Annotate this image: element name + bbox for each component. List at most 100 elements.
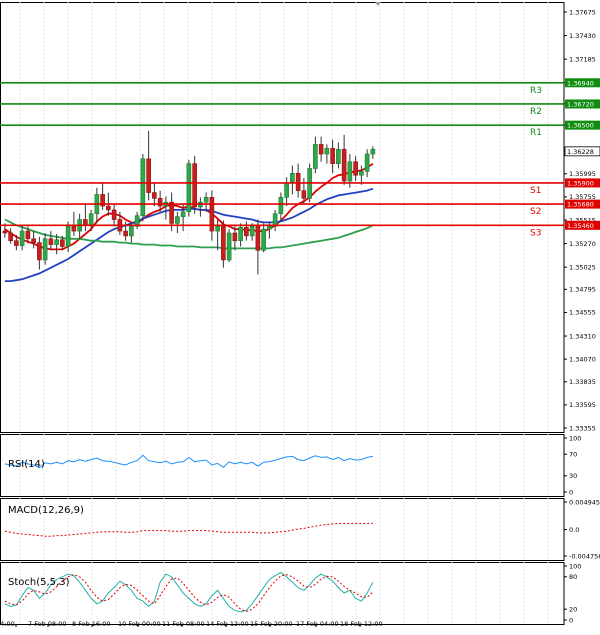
candle-bearish	[71, 225, 77, 232]
chart-canvas: 1.37675 1.37430 1.37185 1.36940 1.36720 1.365…	[0, 2, 600, 628]
price-tick-label: 1.33595	[569, 401, 596, 409]
candle-bullish	[129, 225, 134, 237]
level-price-label-s3: 1.35460	[567, 222, 594, 230]
candle-bearish	[146, 158, 151, 193]
price-tick-label: 1.34310	[569, 332, 596, 340]
level-name-r1: R1	[530, 128, 542, 138]
time-axis-label: 17 Feb 04:00	[296, 620, 339, 628]
stoch-tick-label: 0	[569, 616, 573, 624]
level-name-r2: R2	[530, 107, 542, 117]
candle-bullish	[65, 225, 71, 247]
rsi-tick-label: 30	[569, 472, 577, 480]
level-name-s1: S1	[530, 186, 541, 196]
candle-bearish	[60, 239, 65, 247]
time-axis-label: 10 Feb 00:00	[118, 620, 161, 628]
candle-bullish	[370, 148, 376, 155]
candle-bullish	[19, 230, 25, 246]
level-price-label-s1: 1.35900	[567, 179, 594, 187]
candle-bullish	[226, 232, 232, 261]
time-axis-label: 14 Feb 12:00	[206, 620, 249, 628]
candle-bearish	[341, 148, 347, 182]
candle-bullish	[180, 211, 186, 217]
indicator-pane-frame	[0, 498, 565, 561]
stoch-tick-label: 20	[569, 606, 577, 614]
candle-bearish	[330, 147, 335, 164]
candle-bearish	[318, 144, 324, 155]
macd-tick-label: 0.004945	[569, 498, 600, 506]
candle-bearish	[353, 161, 358, 176]
level-name-s2: S2	[530, 207, 541, 217]
macd-label: MACD(12,26,9)	[8, 505, 84, 516]
candle-bullish	[278, 197, 284, 215]
candle-bearish	[2, 230, 8, 234]
indicator-line	[4, 522, 373, 537]
candle-bullish	[290, 172, 295, 184]
time-axis-label: 11 Feb 08:00	[162, 620, 205, 628]
candle-bullish	[203, 197, 209, 203]
candle-bullish	[215, 225, 220, 232]
level-name-s3: S3	[530, 228, 541, 238]
candle-bullish	[54, 239, 59, 245]
candle-bullish	[347, 161, 353, 182]
price-tick-label: 1.37675	[569, 8, 596, 16]
pane-menu-triangle	[375, 2, 381, 6]
candle-bearish	[221, 225, 226, 261]
candle-bullish	[359, 171, 364, 176]
candle-bearish	[232, 232, 238, 242]
candle-bearish	[123, 230, 128, 237]
candle-bullish	[267, 225, 272, 230]
candle-bullish	[272, 213, 278, 227]
time-axis-label: 18 Feb 12:00	[340, 620, 383, 628]
level-price-label-s2: 1.35680	[567, 201, 594, 209]
candle-bullish	[238, 226, 243, 242]
candle-bullish	[284, 182, 289, 198]
candle-bullish	[249, 225, 255, 237]
price-tick-label: 1.34555	[569, 309, 596, 317]
level-price-label-r1: 1.36500	[567, 122, 594, 130]
time-axis-label: 7 Feb 08:00	[28, 620, 67, 628]
candle-bullish	[261, 228, 266, 251]
stoch-tick-label: 80	[569, 573, 577, 581]
candle-bearish	[14, 240, 19, 246]
level-name-r3: R3	[530, 86, 542, 96]
price-tick-label: 1.34795	[569, 286, 596, 294]
price-tick-label: 1.34070	[569, 355, 596, 363]
candle-bearish	[255, 225, 261, 251]
candle-bearish	[301, 190, 307, 199]
indicator-line	[4, 454, 373, 469]
level-price-label-r3: 1.36940	[567, 79, 594, 87]
price-tick-label: 1.35025	[569, 263, 596, 271]
price-tick-label: 1.37430	[569, 32, 596, 40]
level-price-label-r2: 1.36720	[567, 100, 594, 108]
candle-bearish	[244, 226, 249, 237]
candle-bullish	[313, 144, 318, 169]
stoch-label: Stoch(5,5,3)	[8, 577, 70, 588]
price-tick-label: 1.35995	[569, 170, 596, 178]
time-axis-label: 04:00	[0, 620, 15, 628]
rsi-tick-label: 100	[569, 434, 581, 442]
candle-bearish	[31, 238, 36, 243]
candle-bearish	[37, 242, 42, 261]
current-price-label: 1.36228	[567, 148, 594, 156]
candle-bearish	[25, 230, 31, 240]
candle-bullish	[324, 147, 330, 155]
candle-bearish	[169, 201, 174, 224]
candle-bearish	[83, 219, 88, 226]
indicator-pane-frame	[0, 562, 565, 625]
macd-tick-label: -0.004756	[569, 552, 600, 560]
price-tick-label: 1.37185	[569, 55, 596, 63]
rsi-tick-label: 70	[569, 451, 577, 459]
price-tick-label: 1.33355	[569, 424, 596, 432]
candle-bullish	[42, 238, 48, 261]
candle-bearish	[295, 172, 301, 191]
price-tick-label: 1.35270	[569, 240, 596, 248]
candle-bearish	[192, 163, 197, 208]
candle-bullish	[336, 148, 341, 164]
price-tick-label: 1.33835	[569, 378, 596, 386]
candle-bearish	[8, 232, 13, 242]
time-axis-label: 8 Feb 16:00	[72, 620, 111, 628]
candle-bearish	[48, 238, 54, 245]
candle-bullish	[364, 153, 370, 172]
candle-bearish	[111, 209, 117, 220]
candle-bearish	[152, 192, 157, 199]
